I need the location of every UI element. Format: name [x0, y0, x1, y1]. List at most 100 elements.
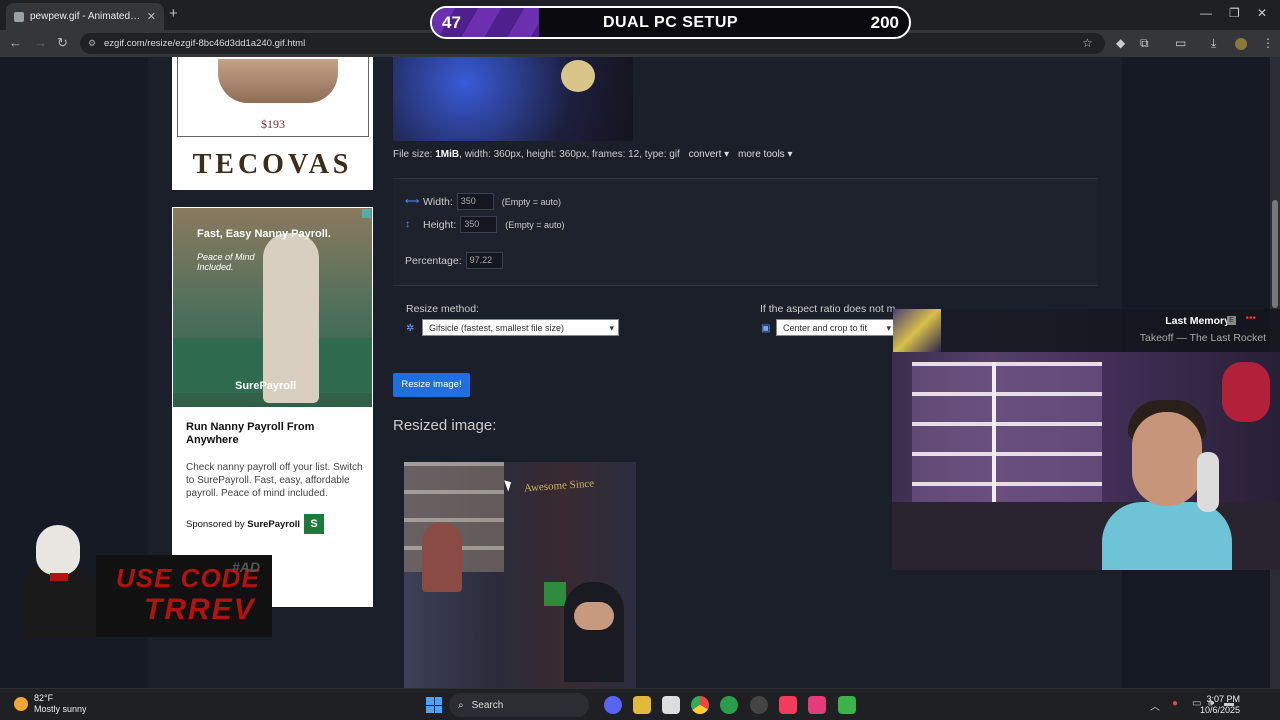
ad-card-body: Check nanny payroll off your list. Switc…: [186, 462, 363, 499]
tray-chevron-icon[interactable]: ︿: [1150, 698, 1160, 713]
webcam-head: [1132, 412, 1202, 506]
minimize-icon[interactable]: —: [1200, 6, 1212, 20]
right-score: 200: [870, 12, 899, 32]
discord-icon[interactable]: [604, 696, 622, 714]
album-art: [893, 309, 941, 352]
search-label: Search: [471, 699, 504, 711]
adchoices-icon[interactable]: [362, 209, 371, 218]
convert-dropdown[interactable]: convert ▾: [689, 149, 730, 160]
percentage-label: Percentage:: [405, 254, 462, 267]
boot-ad-frame: $193: [177, 57, 369, 137]
profile-avatar[interactable]: [1235, 38, 1247, 50]
percentage-input[interactable]: 97.22: [465, 252, 503, 269]
webcam-shelf-divider: [992, 362, 996, 522]
now-playing-widget: Last Memory E ••• Takeoff — The Last Roc…: [893, 309, 1280, 352]
extension-icon[interactable]: ◆: [1116, 36, 1125, 50]
url-text: ezgif.com/resize/ezgif-8bc46d3dd1a240.gi…: [104, 38, 306, 49]
resized-chair-shape: [564, 582, 624, 682]
ad-headline: Fast, Easy Nanny Payroll.: [197, 228, 331, 240]
more-tools-label: more tools: [738, 149, 785, 160]
weather-widget[interactable]: 82°F Mostly sunny: [14, 693, 87, 715]
system-clock[interactable]: 3:07 PM 10/6/2025: [1200, 694, 1240, 716]
capcut-icon[interactable]: [662, 696, 680, 714]
taskbar-search[interactable]: ⌕ Search: [449, 693, 589, 717]
close-tab-icon[interactable]: ✕: [147, 10, 156, 23]
resized-green-shape: [544, 582, 566, 606]
promo-line2: TRREV: [144, 593, 256, 626]
height-field: ↕ Height: 350 (Empty = auto): [405, 216, 565, 233]
resize-image-button[interactable]: Resize image!: [393, 373, 470, 397]
more-tools-dropdown[interactable]: more tools ▾: [738, 149, 793, 160]
explicit-badge: E: [1227, 316, 1236, 325]
height-arrow-icon: ↕: [405, 219, 410, 230]
scrollbar-thumb[interactable]: [1272, 200, 1278, 308]
chrome-icon[interactable]: [691, 696, 709, 714]
reload-icon[interactable]: ↻: [57, 35, 68, 51]
xbox-icon[interactable]: [720, 696, 738, 714]
gear-icon: ✲: [406, 323, 415, 334]
sidebar-icon[interactable]: ▭: [1175, 36, 1186, 50]
resize-method-select[interactable]: Gifsicle (fastest, smallest file size): [422, 319, 619, 336]
windows-taskbar: 82°F Mostly sunny ⌕ Search ︿ ● ▭ 🕪 ▬ 3:0…: [0, 688, 1280, 720]
site-info-icon[interactable]: ⚙: [88, 33, 96, 54]
minecraft-icon[interactable]: [838, 696, 856, 714]
tecovas-logo[interactable]: TECOVAS: [172, 139, 373, 190]
screen: { "browser": { "tab_title": "pewpew.gif …: [0, 0, 1280, 720]
download-icon[interactable]: ⤓: [1211, 36, 1216, 51]
aspect-ratio-select[interactable]: Center and crop to fit: [776, 319, 896, 336]
ad-photo: Fast, Easy Nanny Payroll. Peace of Mind …: [173, 208, 372, 407]
height-input[interactable]: 350: [460, 216, 498, 233]
file-explorer-icon[interactable]: [633, 696, 651, 714]
search-icon: ⌕: [458, 699, 464, 711]
weather-sun-icon: [14, 697, 28, 711]
maximize-icon[interactable]: ❐: [1229, 6, 1240, 20]
original-image-preview: [393, 57, 633, 141]
resized-overlay-text: Awesome Since: [523, 477, 595, 495]
microphone-icon[interactable]: ●: [1172, 698, 1178, 709]
forward-icon[interactable]: →: [34, 35, 47, 50]
surepayroll-logo-icon: S: [304, 514, 324, 534]
clock-date: 10/6/2025: [1199, 705, 1240, 715]
new-tab-button[interactable]: +: [169, 5, 178, 22]
ad-brand: SurePayroll: [235, 380, 297, 392]
promo-ad-tag: #AD: [232, 559, 261, 575]
webcam-shirt: [1102, 502, 1232, 570]
back-icon[interactable]: ←: [9, 35, 22, 50]
puppet-face: [36, 525, 80, 575]
menu-kebab-icon[interactable]: ⋮: [1262, 36, 1274, 50]
stream-score-bar: 47 DUAL PC SETUP 200: [430, 6, 911, 39]
ad-card-title[interactable]: Run Nanny Payroll From Anywhere: [186, 421, 361, 447]
ad-subline: Peace of Mind Included.: [197, 252, 255, 272]
puppet-mascot: [16, 523, 102, 638]
percentage-field: Percentage: 97.22: [405, 252, 503, 269]
extensions-puzzle-icon[interactable]: ⧉: [1140, 36, 1149, 51]
song-artist: Takeoff — The Last Rocket: [1139, 332, 1266, 344]
obs-icon[interactable]: [750, 696, 768, 714]
bookmark-star-icon[interactable]: ☆: [1082, 36, 1093, 50]
resized-image-heading: Resized image:: [393, 417, 497, 434]
resized-person-shape: [422, 522, 462, 592]
resized-hands-shape: [574, 602, 614, 630]
file-info-details: , width: 360px, height: 360px, frames: 1…: [459, 149, 680, 160]
height-label: Height:: [423, 218, 457, 231]
webcam-microphone: [1197, 452, 1219, 512]
weather-text: 82°F Mostly sunny: [34, 693, 87, 715]
width-arrow-icon: ⟷: [405, 196, 420, 207]
weather-desc: Mostly sunny: [34, 704, 87, 714]
music-icon[interactable]: [779, 696, 797, 714]
close-window-icon[interactable]: ✕: [1257, 6, 1267, 20]
start-button[interactable]: [426, 697, 442, 713]
width-hint: (Empty = auto): [501, 196, 562, 207]
resize-method-label: Resize method:: [406, 303, 479, 315]
file-size: 1MiB: [435, 149, 460, 160]
webcam-red-decor: [1222, 362, 1270, 422]
browser-tab[interactable]: pewpew.gif - Animated image ✕: [6, 3, 164, 30]
promo-code-overlay: USE CODE TRREV #AD: [16, 523, 272, 638]
aspect-ratio-label: If the aspect ratio does not match: [760, 303, 895, 315]
width-input[interactable]: 350: [456, 193, 494, 210]
puppet-bowtie: [50, 573, 68, 581]
crop-icon: ▣: [761, 323, 771, 334]
width-field: ⟷ Width: 350 (Empty = auto): [405, 193, 561, 210]
tiktok-icon[interactable]: [808, 696, 826, 714]
tab-title: pewpew.gif - Animated image: [30, 11, 141, 22]
